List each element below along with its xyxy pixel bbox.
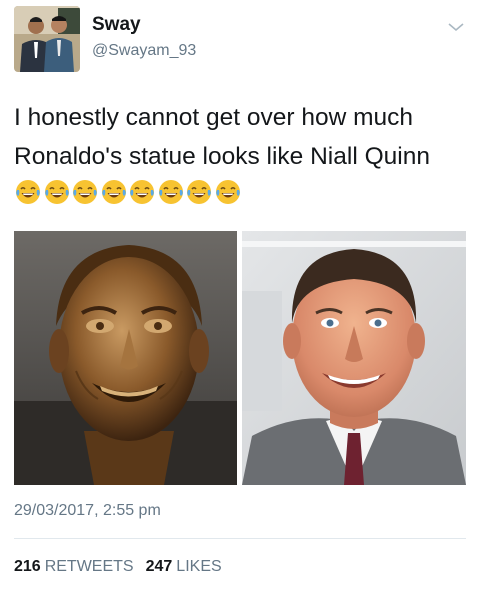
laughing-tears-icon (158, 180, 183, 204)
laughing-tears-icon (16, 180, 40, 204)
chevron-down-icon[interactable] (446, 20, 466, 34)
tweet-stats: 216 RETWEETS 247 LIKES (14, 558, 234, 576)
divider (14, 538, 466, 539)
laughing-tears-icon (187, 180, 211, 204)
retweets-count: 216 (14, 558, 41, 575)
laughing-tears-icon (44, 180, 69, 204)
author-name[interactable]: Sway (92, 14, 141, 36)
tweet-card: Sway @Swayam_93 I honestly cannot get ov… (0, 0, 480, 595)
tweet-text: I honestly cannot get over how much Rona… (14, 104, 430, 170)
bronze-bust-image[interactable] (14, 231, 237, 485)
avatar[interactable] (14, 6, 80, 72)
retweets-label: RETWEETS (44, 558, 134, 575)
laughing-tears-icon (130, 180, 154, 204)
likes-count: 247 (145, 558, 173, 575)
emoji-row (14, 178, 242, 206)
author-handle[interactable]: @Swayam_93 (92, 41, 196, 61)
retweets-stat[interactable]: 216 RETWEETS (14, 558, 134, 576)
laughing-tears-icon (101, 180, 126, 204)
portrait-image[interactable] (242, 231, 466, 485)
likes-label: LIKES (176, 558, 222, 575)
tweet-media[interactable] (14, 231, 466, 485)
laughing-tears-icon (215, 180, 240, 204)
likes-stat[interactable]: 247 LIKES (146, 558, 222, 576)
laughing-tears-icon (73, 180, 97, 204)
tweet-timestamp[interactable]: 29/03/2017, 2:55 pm (14, 502, 161, 520)
